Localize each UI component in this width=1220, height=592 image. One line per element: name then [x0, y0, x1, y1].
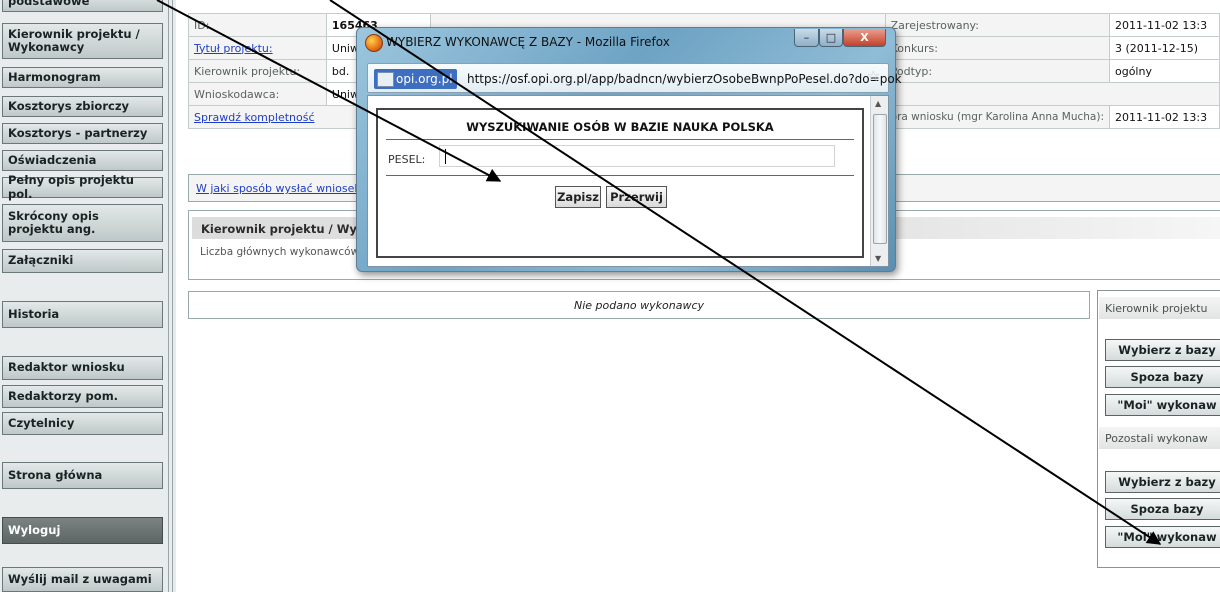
- no-contractors-text: Nie podano wykonawcy: [573, 299, 705, 312]
- save-button[interactable]: Zapisz: [555, 186, 601, 208]
- sidebar-item-label: Wyślij mail z uwagami: [8, 571, 152, 586]
- sidebar-item-home[interactable]: Strona główna: [2, 462, 163, 489]
- sidebar-item-readers[interactable]: Czytelnicy: [2, 412, 163, 435]
- sidebar-item-label: Strona główna: [8, 467, 103, 482]
- minimize-icon[interactable]: –: [794, 29, 819, 47]
- firefox-popup-window: WYBIERZ WYKONAWCĘ Z BAZY - Mozilla Firef…: [356, 27, 902, 272]
- sidebar-item-history[interactable]: Historia: [2, 301, 163, 328]
- sidebar-item-statements[interactable]: Oświadczenia: [2, 150, 163, 171]
- sidebar-item-editor[interactable]: Redaktor wniosku: [2, 356, 163, 380]
- cancel-button[interactable]: Przerwij: [606, 186, 667, 208]
- popup-title: WYBIERZ WYKONAWCĘ Z BAZY - Mozilla Firef…: [386, 35, 670, 49]
- divider: [386, 139, 854, 140]
- check-completeness-link[interactable]: Sprawdź kompletność: [194, 111, 315, 124]
- sidebar-item-label: Harmonogram: [8, 69, 101, 84]
- text-caret: [445, 149, 446, 164]
- sidebar-item-manager[interactable]: Kierownik projektu / Wykonawcy: [2, 23, 163, 59]
- sidebar-item-short-description[interactable]: Skrócony opis projektu ang.: [2, 204, 163, 242]
- sidebar-item-label: Redaktor wniosku: [8, 360, 125, 375]
- person-search-form: WYSZUKIWANIE OSÓB W BAZIE NAUKA POLSKA P…: [376, 108, 864, 258]
- scroll-down-icon[interactable]: ▼: [875, 254, 881, 263]
- registered-value: 2011-11-02 13:3: [1108, 13, 1220, 37]
- outside-db-button-others[interactable]: Spoza bazy: [1105, 498, 1220, 520]
- sidebar: podstawowe Kierownik projektu / Wykonawc…: [0, 0, 176, 592]
- maximize-icon[interactable]: □: [819, 29, 843, 47]
- sidebar-item-assistant-editors[interactable]: Redaktorzy pom.: [2, 385, 163, 408]
- select-from-db-button-others[interactable]: Wybierz z bazy: [1105, 471, 1220, 493]
- select-from-db-button[interactable]: Wybierz z bazy: [1105, 339, 1220, 361]
- sidebar-item-schedule[interactable]: Harmonogram: [2, 67, 163, 88]
- applicant-label: Wnioskodawca:: [188, 82, 327, 106]
- site-name: opi.org.pl: [396, 72, 453, 86]
- my-contractors-button[interactable]: "Moi" wykonaw: [1105, 394, 1220, 416]
- sidebar-item-label: Załączniki: [8, 253, 74, 268]
- scrollbar[interactable]: ▲ ▼: [870, 96, 888, 266]
- sidebar-item-label: Wyloguj: [8, 522, 61, 537]
- sidebar-item-label: Kosztorys - partnerzy: [8, 125, 148, 140]
- popup-content: WYSZUKIWANIE OSÓB W BAZIE NAUKA POLSKA P…: [367, 95, 889, 267]
- contractors-box: Nie podano wykonawcy: [188, 291, 1090, 319]
- contest-value: 3 (2011-12-15): [1108, 36, 1220, 60]
- contest-label: Konkurs:: [884, 36, 1110, 60]
- author-label: ora wniosku (mgr Karolina Anna Mucha):: [884, 105, 1110, 129]
- logout-button[interactable]: Wyloguj: [2, 517, 163, 544]
- site-identity-badge[interactable]: opi.org.pl: [374, 69, 457, 89]
- url-text: https://osf.opi.org.pl/app/badncn/wybier…: [467, 72, 902, 86]
- sidebar-item-label: podstawowe: [8, 0, 90, 9]
- author-value: 2011-11-02 13:3: [1108, 105, 1220, 129]
- form-heading: WYSZUKIWANIE OSÓB W BAZIE NAUKA POLSKA: [466, 120, 774, 134]
- sidebar-item-full-description[interactable]: Pełny opis projektu pol.: [2, 173, 163, 201]
- project-title-link[interactable]: Tytuł projektu:: [194, 42, 273, 55]
- sidebar-item-cost-partners[interactable]: Kosztorys - partnerzy: [2, 123, 163, 144]
- my-contractors-button-others[interactable]: "Moi" wykonaw: [1105, 526, 1220, 548]
- sidebar-item-label: Historia: [8, 306, 60, 321]
- panel-heading-manager: Kierownik projektu: [1099, 297, 1220, 319]
- section-subtitle: Liczba głównych wykonawców p: [200, 246, 370, 258]
- address-bar[interactable]: opi.org.pl https://osf.opi.org.pl/app/ba…: [367, 63, 902, 93]
- close-icon[interactable]: X: [843, 29, 886, 47]
- id-label: ID:: [188, 13, 327, 37]
- sidebar-divider: [172, 0, 173, 592]
- right-action-panel: Kierownik projektu Wybierz z bazy Spoza …: [1097, 290, 1220, 568]
- sidebar-item-attachments[interactable]: Załączniki: [2, 249, 163, 273]
- site-favicon-icon: [377, 72, 394, 87]
- subtype-label: Podtyp:: [884, 59, 1110, 83]
- pesel-input[interactable]: [439, 145, 835, 167]
- bookmark-star-icon[interactable]: ☆: [867, 67, 880, 85]
- sidebar-item-label: Pełny opis projektu pol.: [8, 173, 134, 201]
- pesel-label: PESEL:: [388, 153, 426, 166]
- sidebar-item-label: Oświadczenia: [8, 152, 97, 167]
- sidebar-item-cost-summary[interactable]: Kosztorys zbiorczy: [2, 96, 163, 117]
- scroll-up-icon[interactable]: ▲: [875, 99, 881, 108]
- outside-db-button[interactable]: Spoza bazy: [1105, 366, 1220, 388]
- title-label-cell: Tytuł projektu:: [188, 36, 327, 60]
- how-to-send-link[interactable]: W jaki sposób wysłać wniosek?: [196, 182, 367, 195]
- send-feedback-button[interactable]: Wyślij mail z uwagami: [2, 567, 163, 592]
- sidebar-item-podstawowe[interactable]: podstawowe: [2, 0, 163, 12]
- sidebar-item-label: Kosztorys zbiorczy: [8, 98, 130, 113]
- subtype-value: ogólny: [1108, 59, 1220, 83]
- sidebar-item-label: Redaktorzy pom.: [8, 388, 119, 403]
- firefox-icon: [365, 34, 383, 52]
- panel-heading-others: Pozostali wykonaw: [1099, 427, 1220, 449]
- sidebar-item-label: Kierownik projektu / Wykonawcy: [8, 26, 140, 54]
- divider: [386, 175, 854, 176]
- manager-label: Kierownik projektu:: [188, 59, 327, 83]
- section-title: Kierownik projektu / Wyko: [201, 222, 373, 236]
- registered-label: Zarejestrowany:: [884, 13, 1110, 37]
- sidebar-item-label: Czytelnicy: [8, 415, 75, 430]
- sidebar-item-label: Skrócony opis projektu ang.: [8, 208, 99, 236]
- scrollbar-thumb[interactable]: [873, 114, 887, 244]
- sidebar-divider: [168, 0, 169, 592]
